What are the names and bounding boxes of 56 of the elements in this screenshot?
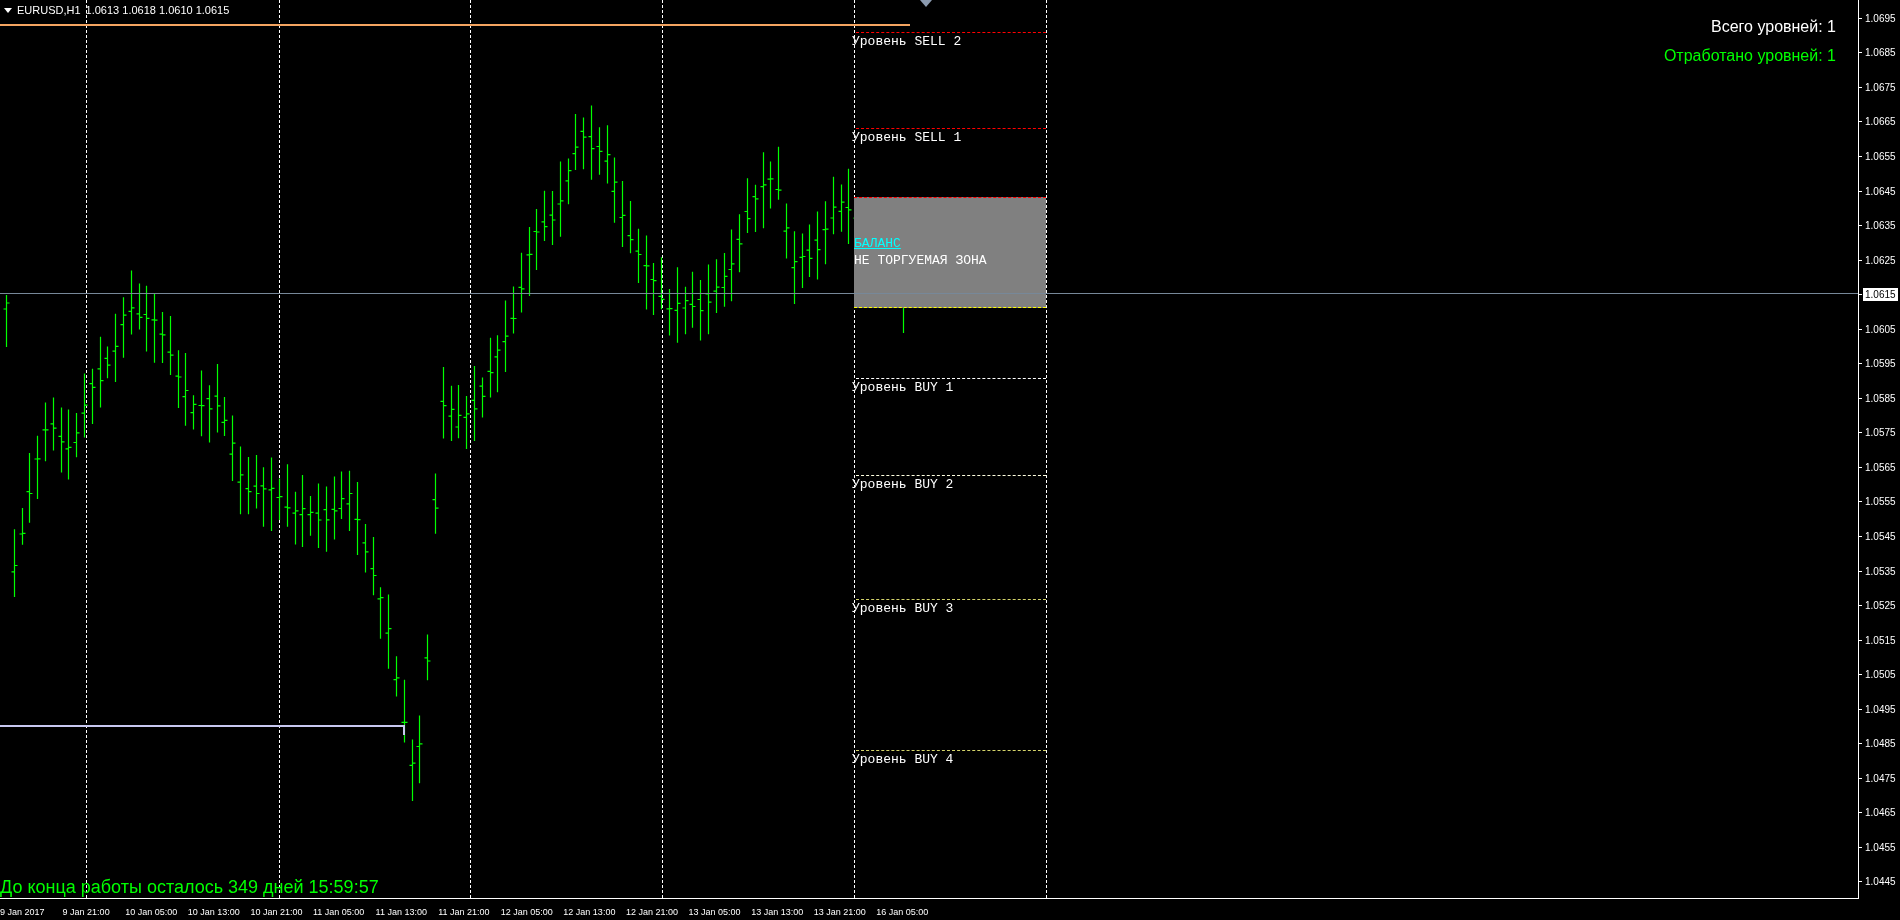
time-label: 11 Jan 21:00 [438, 906, 490, 917]
chart-symbol: EURUSD,H1 [17, 3, 81, 18]
price-label: 1.0545 [1865, 529, 1896, 544]
price-label: 1.0475 [1865, 771, 1896, 786]
level-label: Уровень BUY 4 [852, 752, 954, 767]
price-label: 1.0565 [1865, 460, 1896, 475]
price-label: 1.0605 [1865, 322, 1896, 337]
ohlc-values: 1.0613 1.0618 1.0610 1.0615 [85, 3, 230, 18]
time-label: 13 Jan 05:00 [688, 906, 741, 917]
time-label: 10 Jan 21:00 [250, 906, 303, 917]
time-label: 9 Jan 2017 [0, 906, 45, 917]
price-label: 1.0625 [1865, 253, 1896, 268]
level-label: Уровень BUY 1 [852, 380, 954, 395]
time-label: 11 Jan 05:00 [312, 906, 365, 917]
dropdown-icon[interactable] [4, 7, 12, 13]
stat-text: Отработано уровней: 1 [1663, 46, 1836, 66]
stat-text: Всего уровней: 1 [1711, 17, 1836, 37]
price-label: 1.0525 [1865, 599, 1896, 614]
price-label: 1.0445 [1865, 875, 1896, 890]
price-label: 1.0535 [1865, 564, 1896, 579]
price-label: 1.0585 [1865, 391, 1896, 406]
price-label: 1.0645 [1865, 184, 1896, 199]
marker-icon [920, 0, 932, 7]
zone-title: БАЛАНС [854, 236, 901, 251]
time-label: 13 Jan 21:00 [813, 906, 866, 917]
price-label: 1.0675 [1865, 80, 1896, 95]
price-label: 1.0455 [1865, 840, 1896, 855]
zone-label: НЕ ТОРГУЕМАЯ ЗОНА [854, 253, 987, 268]
price-label: 1.0515 [1865, 633, 1896, 648]
level-label: Уровень BUY 3 [852, 601, 954, 616]
level-label: Уровень BUY 2 [852, 477, 954, 492]
price-label: 1.0595 [1865, 357, 1896, 372]
time-label: 13 Jan 13:00 [751, 906, 804, 917]
price-label: 1.0555 [1865, 495, 1896, 510]
time-label: 12 Jan 05:00 [500, 906, 553, 917]
price-label: 1.0575 [1865, 426, 1896, 441]
time-label: 9 Jan 21:00 [62, 906, 110, 917]
time-label: 12 Jan 13:00 [563, 906, 616, 917]
time-label: 16 Jan 05:00 [876, 906, 929, 917]
price-label: 1.0465 [1865, 806, 1896, 821]
price-label: 1.0655 [1865, 149, 1896, 164]
level-label: Уровень SELL 1 [852, 130, 962, 145]
time-label: 12 Jan 21:00 [625, 906, 678, 917]
level-label: Уровень SELL 2 [852, 34, 962, 49]
price-label: 1.0665 [1865, 115, 1896, 130]
price-label: 1.0495 [1865, 702, 1896, 717]
price-label: 1.0695 [1865, 11, 1896, 26]
countdown-text: До конца работы осталось 349 дней 15:59:57 [0, 877, 379, 897]
time-label: 10 Jan 05:00 [125, 906, 178, 917]
price-label: 1.0685 [1865, 46, 1896, 61]
time-label: 11 Jan 13:00 [375, 906, 427, 917]
price-label: 1.0485 [1865, 737, 1896, 752]
price-label: 1.0505 [1865, 668, 1896, 683]
current-price-label: 1.0615 [1863, 288, 1898, 302]
time-label: 10 Jan 13:00 [187, 906, 240, 917]
price-label: 1.0635 [1865, 219, 1896, 234]
